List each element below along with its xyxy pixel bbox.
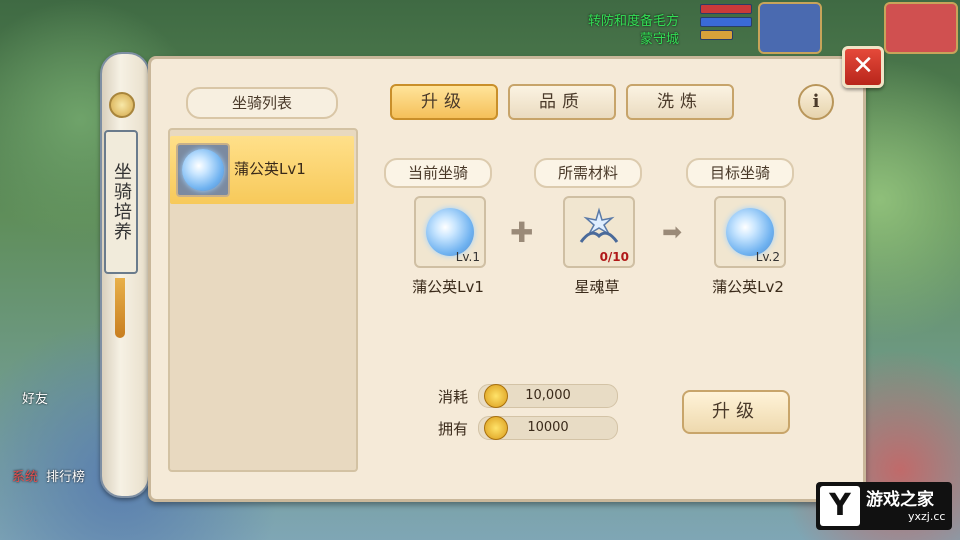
tab-upgrade[interactable]: 升级: [390, 84, 498, 120]
plus-icon: ✚: [510, 216, 534, 249]
tab-refine[interactable]: 洗炼: [626, 84, 734, 120]
panel-scroll: 坐骑培养: [96, 52, 150, 498]
mount-list-item[interactable]: 蒲公英Lv1: [170, 136, 354, 204]
close-button[interactable]: ✕: [842, 46, 884, 88]
player-avatar[interactable]: [884, 2, 958, 54]
target-mount-slot[interactable]: Lv.2: [714, 196, 786, 268]
required-material-label: 所需材料: [534, 158, 642, 188]
dandelion-orb-icon: [726, 208, 774, 256]
pet-avatar[interactable]: [758, 2, 822, 54]
tassel-icon: [115, 278, 125, 338]
mount-list-header: 坐骑列表: [186, 87, 338, 119]
site-watermark: Y 游戏之家 yxzj.cc: [816, 482, 952, 530]
dandelion-orb-icon: [426, 208, 474, 256]
site-logo-icon: Y: [820, 486, 860, 526]
material-count: 0/10: [599, 250, 629, 264]
target-mount-name: 蒲公英Lv2: [712, 278, 784, 296]
target-mount-label: 目标坐骑: [686, 158, 794, 188]
friends-button[interactable]: 好友: [22, 388, 48, 407]
info-button[interactable]: i: [798, 84, 834, 120]
consume-label: 消耗: [438, 388, 469, 406]
hud-location-text: 蒙守城: [640, 32, 680, 47]
hud-top-text: 转防和度备毛方: [588, 14, 680, 29]
arrow-right-icon: ➡: [662, 218, 683, 246]
dandelion-orb-icon: [182, 149, 224, 191]
ranking-tab[interactable]: 排行榜: [46, 466, 85, 485]
owned-label: 拥有: [438, 420, 469, 438]
upgrade-button[interactable]: 升级: [682, 390, 790, 434]
material-name: 星魂草: [574, 278, 620, 296]
target-mount-level: Lv.2: [755, 250, 780, 264]
scroll-emblem-icon: [109, 92, 135, 118]
star-soul-herb-icon: [579, 207, 619, 243]
current-mount-label: 当前坐骑: [384, 158, 492, 188]
panel-title: 坐骑培养: [104, 130, 138, 274]
current-mount-name: 蒲公英Lv1: [412, 278, 484, 296]
tab-quality[interactable]: 品质: [508, 84, 616, 120]
mount-list-item-label: 蒲公英Lv1: [234, 160, 306, 178]
gold-coin-icon: [484, 384, 508, 408]
site-brand: 游戏之家: [866, 490, 934, 510]
mount-thumbnail: [176, 143, 230, 197]
hud-status-bars: [700, 4, 752, 43]
material-slot[interactable]: 0/10: [563, 196, 635, 268]
system-tab[interactable]: 系统: [12, 466, 38, 485]
current-mount-level: Lv.1: [455, 250, 480, 264]
site-url: yxzj.cc: [908, 510, 946, 523]
gold-coin-icon: [484, 416, 508, 440]
current-mount-slot[interactable]: Lv.1: [414, 196, 486, 268]
